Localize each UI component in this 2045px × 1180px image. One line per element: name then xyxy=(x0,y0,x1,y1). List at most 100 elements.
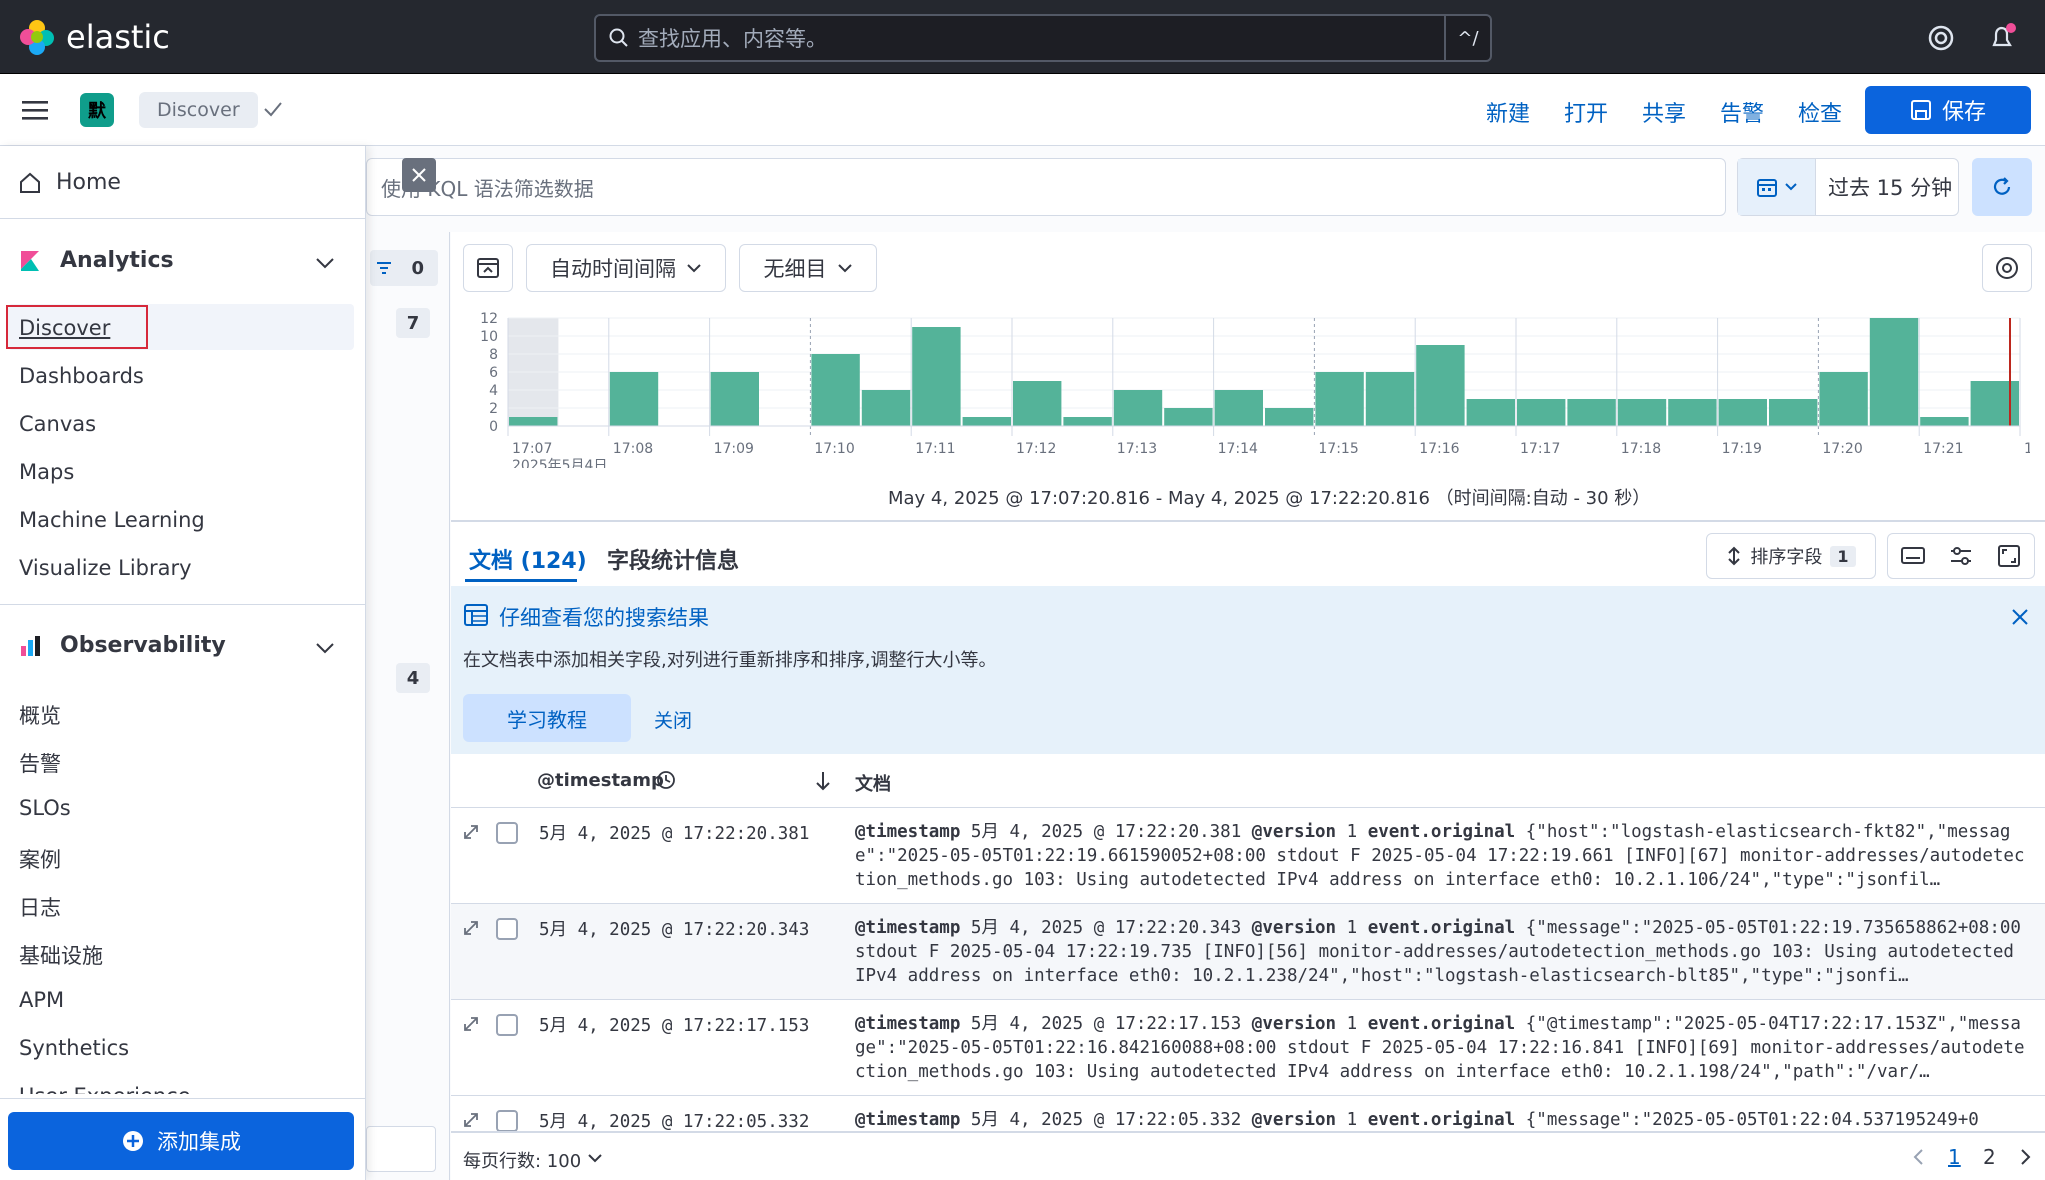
date-quick-menu[interactable] xyxy=(1738,159,1816,215)
x-date-label: 2025年5月4日 xyxy=(512,458,607,468)
histogram-bar xyxy=(1365,372,1415,426)
chevron-right-icon[interactable] xyxy=(2017,1147,2033,1167)
sort-descending-icon[interactable] xyxy=(813,770,833,792)
save-button[interactable]: 保存 xyxy=(1865,86,2031,134)
nav-item-maps[interactable]: Maps xyxy=(19,460,74,484)
histogram-bar xyxy=(1013,381,1062,426)
expand-icon[interactable] xyxy=(461,918,481,938)
nav-item-dashboards[interactable]: Dashboards xyxy=(19,364,144,388)
strip-footer-box xyxy=(366,1126,436,1172)
histogram-bar xyxy=(1920,417,1969,426)
time-range[interactable]: 过去 15 分钟 xyxy=(1816,172,1952,202)
page-2[interactable]: 2 xyxy=(1983,1145,1996,1169)
selected-fields-count[interactable]: 0 xyxy=(370,250,438,286)
nav-item-canvas[interactable]: Canvas xyxy=(19,412,96,436)
chevron-down-icon[interactable] xyxy=(587,1150,603,1166)
nav-item-infrastructure[interactable]: 基础设施 xyxy=(19,940,103,970)
refresh-button[interactable] xyxy=(1972,158,2032,216)
table-row[interactable]: 5月 4, 2025 @ 17:22:20.381 @timestamp 5月 4… xyxy=(451,808,2045,904)
x-tick-label: 17:07 xyxy=(512,441,552,457)
elastic-logo[interactable]: elastic xyxy=(18,18,170,56)
row-checkbox[interactable] xyxy=(496,1014,518,1036)
kql-query-input[interactable]: 使用 KQL 语法筛选数据 xyxy=(366,158,1726,216)
tab-documents[interactable]: 文档 (124) xyxy=(469,543,587,575)
chevron-down-icon[interactable] xyxy=(314,637,336,659)
interval-select[interactable]: 自动时间间隔 xyxy=(526,244,726,292)
space-avatar[interactable]: 默 xyxy=(80,93,114,127)
nav-item-user-experience[interactable]: User Experience xyxy=(19,1084,191,1094)
nav-section-analytics[interactable]: Analytics xyxy=(18,248,174,273)
nav-item-visualize-library[interactable]: Visualize Library xyxy=(19,556,192,580)
chevron-down-icon xyxy=(1784,183,1797,191)
expand-icon[interactable] xyxy=(461,1110,481,1130)
row-checkbox[interactable] xyxy=(496,918,518,940)
tab-field-stats[interactable]: 字段统计信息 xyxy=(607,543,739,575)
nav-item-slos[interactable]: SLOs xyxy=(19,796,71,820)
nav-item-discover[interactable]: Discover xyxy=(19,316,110,340)
alerts-button[interactable]: 告警 xyxy=(1720,96,1764,128)
x-tick-label: 17:09 xyxy=(714,441,754,457)
help-icon[interactable] xyxy=(1927,24,1955,52)
histogram-bar xyxy=(811,354,860,426)
date-picker[interactable]: 过去 15 分钟 xyxy=(1737,158,1959,216)
histogram-bar xyxy=(1718,399,1767,426)
add-integration-button[interactable]: 添加集成 xyxy=(8,1112,354,1170)
notifications-icon[interactable] xyxy=(1988,22,2018,52)
new-button[interactable]: 新建 xyxy=(1486,96,1530,128)
histogram-bar xyxy=(1567,399,1616,426)
x-tick-label: 17:11 xyxy=(915,441,955,457)
nav-home[interactable]: Home xyxy=(18,170,121,195)
table-row[interactable]: 5月 4, 2025 @ 17:22:20.343 @timestamp 5月 4… xyxy=(451,904,2045,1000)
fullscreen-icon[interactable] xyxy=(1985,534,2033,578)
nav-section-observability[interactable]: Observability xyxy=(18,633,226,658)
inspect-button[interactable]: 检查 xyxy=(1798,96,1842,128)
open-button[interactable]: 打开 xyxy=(1564,96,1608,128)
menu-icon[interactable] xyxy=(22,98,48,122)
nav-item-alerts[interactable]: 告警 xyxy=(19,748,61,778)
global-search[interactable]: 查找应用、内容等。 ^/ xyxy=(594,14,1492,62)
analytics-title: Analytics xyxy=(60,248,174,273)
expand-icon[interactable] xyxy=(461,822,481,842)
sort-fields-button[interactable]: 排序字段 1 xyxy=(1706,533,1876,579)
keyboard-icon[interactable] xyxy=(1889,534,1937,578)
table-row[interactable]: 5月 4, 2025 @ 17:22:17.153 @timestamp 5月 4… xyxy=(451,1000,2045,1096)
row-document: @timestamp 5月 4, 2025 @ 17:22:20.381 @ve… xyxy=(855,822,2025,890)
nav-item-apm[interactable]: APM xyxy=(19,988,64,1012)
column-document[interactable]: 文档 xyxy=(855,770,891,796)
app-header: 默 Discover 新建 打开 共享 告警 检查 保存 xyxy=(0,74,2045,146)
rows-per-page[interactable]: 每页行数: 100 xyxy=(463,1147,581,1173)
column-timestamp[interactable]: @timestamp xyxy=(537,770,664,791)
page-1[interactable]: 1 xyxy=(1948,1145,1961,1169)
row-document: @timestamp 5月 4, 2025 @ 17:22:05.332 @ve… xyxy=(855,1110,1979,1130)
x-tick-label: 17:20 xyxy=(1822,441,1862,457)
breadcrumb[interactable]: Discover xyxy=(139,92,258,128)
table-header: @timestamp 文档 xyxy=(451,754,2045,808)
expand-icon[interactable] xyxy=(461,1014,481,1034)
nav-item-overview[interactable]: 概览 xyxy=(19,700,61,730)
chart-options-button[interactable] xyxy=(1982,244,2032,292)
histogram-bar xyxy=(509,417,558,426)
sort-count: 1 xyxy=(1830,545,1856,567)
close-nav-button[interactable] xyxy=(402,158,436,192)
histogram-bar xyxy=(1214,390,1263,426)
learn-tutorial-button[interactable]: 学习教程 xyxy=(463,694,631,742)
nav-item-synthetics[interactable]: Synthetics xyxy=(19,1036,129,1060)
breakdown-select[interactable]: 无细目 xyxy=(739,244,877,292)
share-button[interactable]: 共享 xyxy=(1642,96,1686,128)
table-row[interactable]: 5月 4, 2025 @ 17:22:05.332 @timestamp 5月 4… xyxy=(451,1096,2045,1132)
row-checkbox[interactable] xyxy=(496,822,518,844)
row-timestamp: 5月 4, 2025 @ 17:22:20.343 xyxy=(539,920,810,940)
chevron-left-icon[interactable] xyxy=(1911,1147,1927,1167)
chart-toggle-button[interactable] xyxy=(463,244,513,292)
nav-item-machine-learning[interactable]: Machine Learning xyxy=(19,508,205,532)
check-icon[interactable] xyxy=(262,98,284,120)
histogram-chart[interactable]: 0 2 4 6 8 10 12 17:07 17:08 17:09 17:10 17:11 17:12 1… xyxy=(470,308,2030,468)
nav-item-logs[interactable]: 日志 xyxy=(19,892,61,922)
row-checkbox[interactable] xyxy=(496,1110,518,1131)
callout-close-button[interactable]: 关闭 xyxy=(654,706,692,733)
display-settings-icon[interactable] xyxy=(1937,534,1985,578)
nav-item-cases[interactable]: 案例 xyxy=(19,844,61,874)
close-icon[interactable] xyxy=(2009,606,2031,628)
chevron-down-icon[interactable] xyxy=(314,252,336,274)
histogram-bar xyxy=(1617,399,1667,426)
